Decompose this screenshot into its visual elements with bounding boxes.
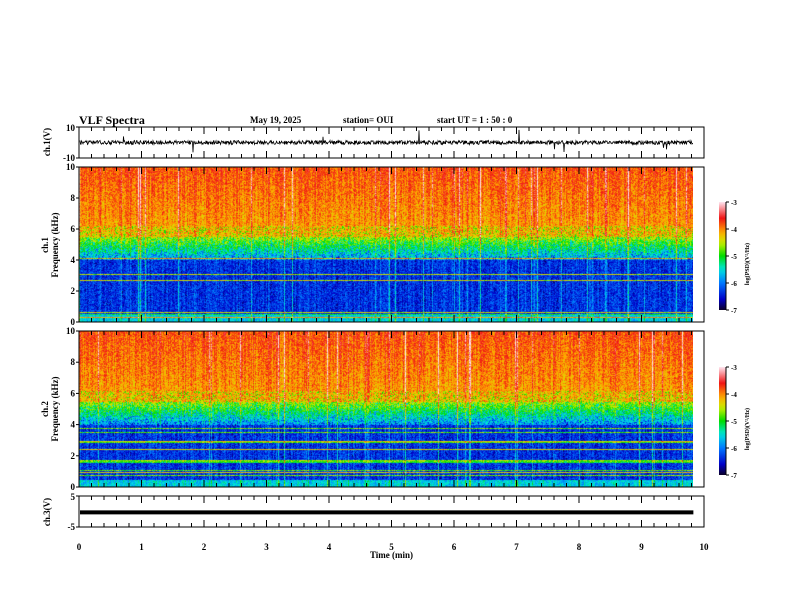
y-tick-label: 5 [71, 492, 76, 502]
y-tick-label: 4 [71, 420, 76, 430]
ch1-y-label: ch.1(V) [42, 128, 52, 156]
y-tick-label: -5 [68, 522, 76, 532]
x-tick-label: 4 [327, 542, 332, 552]
panel-frame-2 [78, 166, 705, 323]
y-tick-label: 4 [71, 255, 76, 265]
colorbar-tick-label: -4 [731, 391, 737, 399]
y-tick-label: 8 [71, 193, 76, 203]
colorbar-tick-label: -7 [731, 472, 737, 480]
y-tick-label: 0 [71, 482, 76, 492]
ch1-waveform [79, 129, 693, 153]
plot-axes: 10-10024681002468105-5ch.1(V)ch.1 Frequen… [40, 123, 751, 560]
colorbar-tick-label: -5 [731, 253, 737, 261]
x-axis-label: Time (min) [370, 550, 413, 560]
x-tick-label: 0 [77, 542, 82, 552]
y-tick-label: 10 [66, 123, 76, 133]
y-tick-label: 2 [71, 286, 76, 296]
ch2-spectrogram-y-label-line1: ch.2 [40, 401, 50, 417]
x-tick-label: 9 [639, 542, 644, 552]
y-tick-label: 2 [71, 451, 76, 461]
x-tick-label: 1 [139, 542, 144, 552]
x-tick-label: 10 [700, 542, 710, 552]
colorbar-label: log(PSD)(V²/Hz) [744, 408, 751, 450]
colorbar-tick-label: -3 [731, 199, 737, 207]
colorbar-2 [719, 367, 726, 475]
x-tick-label: 3 [264, 542, 269, 552]
y-tick-label: 6 [71, 224, 76, 234]
panel-frame-3 [78, 330, 705, 488]
colorbar-tick-label: -6 [731, 445, 737, 453]
ch3-y-label: ch.3(V) [42, 498, 52, 526]
y-tick-label: 10 [66, 162, 76, 172]
colorbar-tick-label: -7 [731, 307, 737, 315]
x-tick-label: 2 [202, 542, 207, 552]
x-tick-label: 8 [577, 542, 582, 552]
colorbar-1 [719, 202, 726, 310]
y-tick-label: 6 [71, 388, 76, 398]
colorbar-tick-label: -5 [731, 418, 737, 426]
colorbar-label: log(PSD)(V²/Hz) [744, 243, 751, 285]
ch1-spectrogram-y-label-line1: ch.1 [40, 237, 50, 253]
y-tick-label: 8 [71, 357, 76, 367]
colorbar-tick-label: -6 [731, 280, 737, 288]
ch1-spectrogram-y-label-line2: Frequency (kHz) [50, 212, 60, 277]
ch2-spectrogram-y-label-line2: Frequency (kHz) [50, 376, 60, 441]
x-tick-label: 6 [452, 542, 457, 552]
colorbar-tick-label: -3 [731, 364, 737, 372]
colorbar-tick-label: -4 [731, 226, 737, 234]
y-tick-label: 10 [66, 326, 76, 336]
x-tick-label: 7 [514, 542, 519, 552]
